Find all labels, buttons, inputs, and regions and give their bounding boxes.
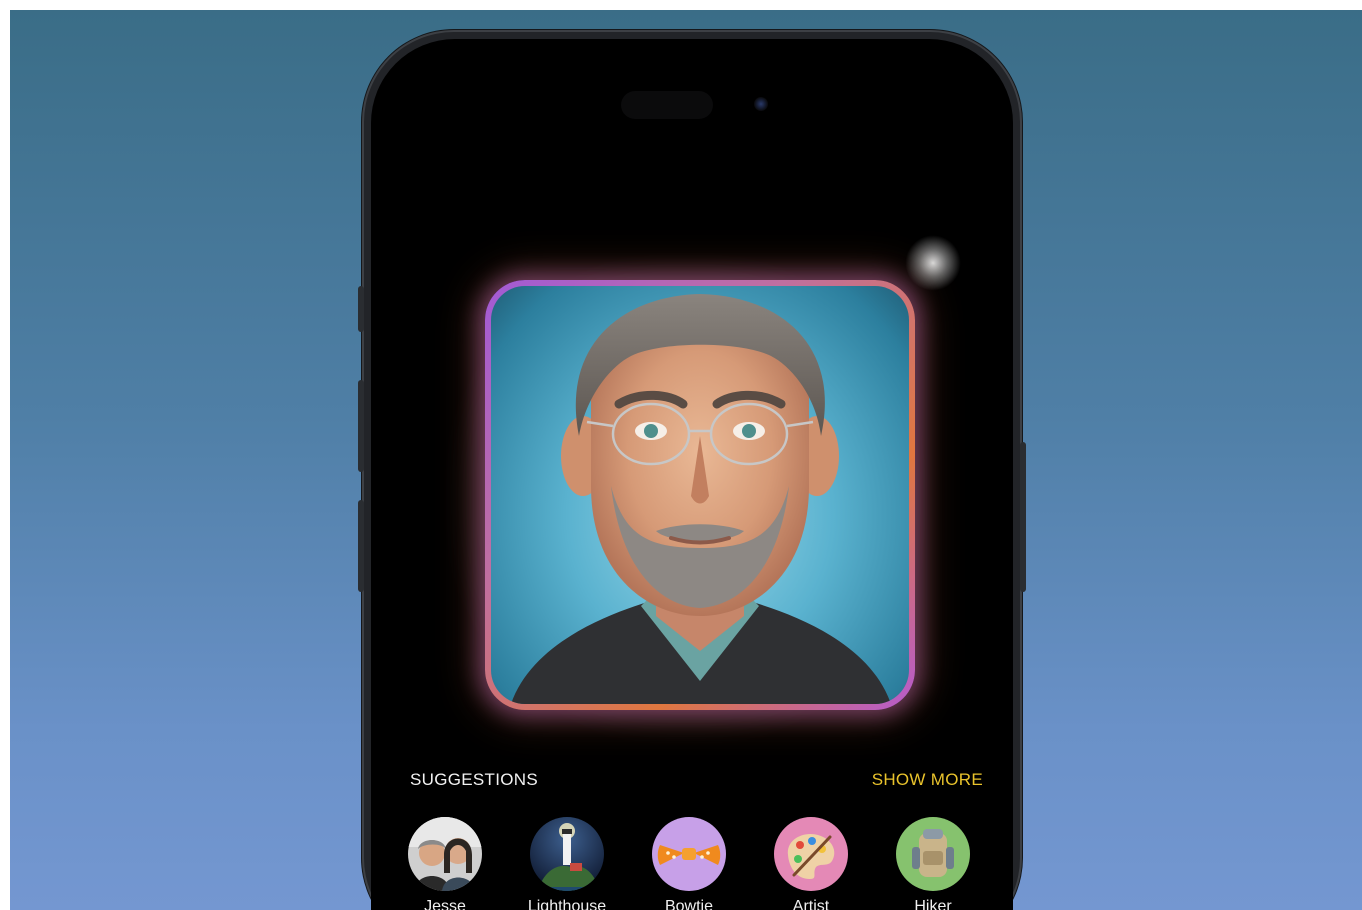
phone-frame: SUGGESTIONS SHOW MORE Jesse Lighthouse B…: [358, 30, 1026, 910]
portrait-illustration: [511, 294, 891, 704]
suggestion-lighthouse[interactable]: Lighthouse: [507, 817, 627, 910]
suggestion-label: Lighthouse: [527, 898, 607, 910]
suggestion-label: Bowtie: [664, 898, 714, 910]
backpack-icon: [896, 817, 970, 891]
volume-up-button: [358, 380, 364, 472]
background: SUGGESTIONS SHOW MORE Jesse Lighthouse B…: [10, 10, 1362, 910]
phone-screen: SUGGESTIONS SHOW MORE Jesse Lighthouse B…: [371, 39, 1013, 910]
suggestion-artist[interactable]: Artist: [751, 817, 871, 910]
suggestion-label: Hiker: [914, 898, 952, 910]
light-reflection: [905, 235, 961, 291]
portrait-frame[interactable]: [485, 280, 915, 710]
dynamic-island: [621, 91, 713, 119]
suggestion-label: Artist: [792, 898, 830, 910]
suggestion-hiker[interactable]: Hiker: [873, 817, 993, 910]
suggestion-bowtie[interactable]: Bowtie: [629, 817, 749, 910]
artist-palette-icon: [774, 817, 848, 891]
volume-down-button: [358, 500, 364, 592]
suggestion-label: Jesse: [424, 898, 466, 910]
front-camera: [754, 97, 768, 111]
bowtie-icon: [652, 817, 726, 891]
show-more-button[interactable]: SHOW MORE: [872, 770, 983, 790]
lighthouse-icon: [530, 817, 604, 891]
suggestion-jesse[interactable]: Jesse: [385, 817, 505, 910]
suggestions-title: SUGGESTIONS: [410, 770, 538, 789]
suggestions-row: Jesse Lighthouse Bowtie Artist Hiker: [371, 817, 1013, 910]
generated-portrait-image: [491, 286, 909, 704]
people-photo-icon: [408, 817, 482, 891]
suggestions-header: SUGGESTIONS SHOW MORE: [401, 770, 983, 794]
action-button: [358, 286, 364, 332]
power-button: [1020, 442, 1026, 592]
